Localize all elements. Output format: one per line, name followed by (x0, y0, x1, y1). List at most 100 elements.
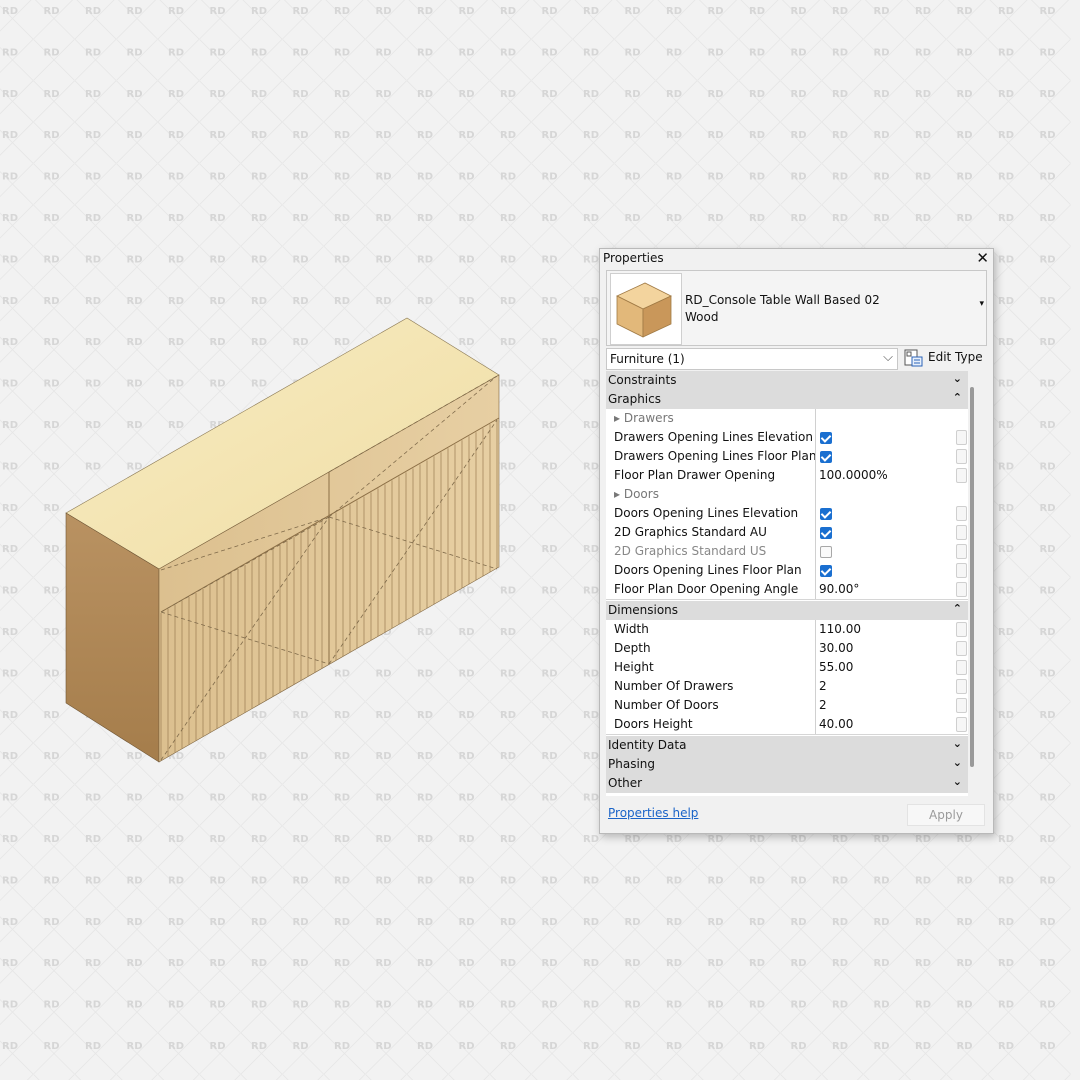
property-name: Drawers Opening Lines Elevation (614, 430, 813, 444)
property-value[interactable]: 100.0000% (819, 468, 888, 482)
property-row[interactable]: Number Of Drawers 2 (606, 677, 968, 697)
property-checkbox[interactable] (820, 451, 832, 463)
associate-parameter-button[interactable] (956, 563, 967, 578)
group-label: Graphics (608, 392, 661, 406)
property-name: Height (614, 660, 654, 674)
property-name: 2D Graphics Standard US (614, 544, 767, 558)
property-value[interactable]: 2 (819, 698, 827, 712)
associate-parameter-button[interactable] (956, 660, 967, 675)
group-graphics[interactable]: Graphics ⌃ (606, 390, 968, 409)
type-selector[interactable]: RD_Console Table Wall Based 02 Wood ▾ (606, 270, 987, 346)
property-value[interactable]: 110.00 (819, 622, 861, 636)
property-checkbox[interactable] (820, 565, 832, 577)
group-phasing[interactable]: Phasing ⌄ (606, 755, 968, 774)
group-label: Dimensions (608, 603, 679, 617)
property-checkbox[interactable] (820, 527, 832, 539)
associate-parameter-button[interactable] (956, 622, 967, 637)
associate-parameter-button[interactable] (956, 582, 967, 597)
property-row[interactable]: Number Of Doors 2 (606, 696, 968, 716)
associate-parameter-button[interactable] (956, 525, 967, 540)
property-row[interactable]: Doors Height 40.00 (606, 715, 968, 735)
properties-help-link[interactable]: Properties help (608, 806, 698, 820)
group-other[interactable]: Other ⌄ (606, 774, 968, 793)
column-divider (815, 580, 816, 599)
property-value[interactable]: 30.00 (819, 641, 853, 655)
scrollbar-thumb[interactable] (970, 387, 974, 767)
property-row[interactable]: Doors Opening Lines Elevation (606, 504, 968, 524)
associate-parameter-button[interactable] (956, 641, 967, 656)
properties-panel: Properties ✕ RD_Console Table Wall Based… (599, 248, 994, 834)
group-dimensions[interactable]: Dimensions ⌃ (606, 601, 968, 620)
associate-parameter-button[interactable] (956, 506, 967, 521)
expand-icon: ⌄ (952, 756, 962, 769)
associate-parameter-button[interactable] (956, 449, 967, 464)
property-row[interactable]: 2D Graphics Standard AU (606, 523, 968, 543)
panel-title: Properties (603, 251, 664, 265)
column-divider (815, 639, 816, 658)
property-name: Width (614, 622, 649, 636)
apply-button[interactable]: Apply (907, 804, 985, 826)
associate-parameter-button[interactable] (956, 679, 967, 694)
group-label: Other (608, 776, 643, 790)
type-thumbnail (610, 273, 682, 345)
column-divider (815, 620, 816, 639)
column-divider (815, 504, 816, 523)
property-row[interactable]: Floor Plan Drawer Opening 100.0000% (606, 466, 968, 486)
property-name: Doors Height (614, 717, 693, 731)
edit-type-button[interactable]: Edit Type (904, 348, 984, 368)
properties-scrollbar[interactable] (969, 387, 975, 767)
expand-icon: ⌄ (952, 372, 962, 385)
chevron-down-icon: ⌵ (883, 350, 893, 365)
property-name: Doors Opening Lines Floor Plan (614, 563, 802, 577)
element-filter-value: Furniture (1) (610, 352, 685, 366)
property-name: Number Of Doors (614, 698, 719, 712)
property-checkbox[interactable] (820, 508, 832, 520)
edit-type-icon (904, 349, 924, 370)
column-divider (815, 677, 816, 696)
associate-parameter-button[interactable] (956, 430, 967, 445)
property-row[interactable]: Floor Plan Door Opening Angle 90.00° (606, 580, 968, 600)
close-icon[interactable]: ✕ (976, 249, 989, 267)
wood-block-icon (616, 282, 672, 338)
property-row[interactable]: Height 55.00 (606, 658, 968, 678)
associate-parameter-button[interactable] (956, 544, 967, 559)
column-divider (815, 409, 816, 428)
column-divider (815, 523, 816, 542)
group-label: Phasing (608, 757, 656, 771)
expand-icon: ⌄ (952, 737, 962, 750)
property-value[interactable]: 40.00 (819, 717, 853, 731)
edit-type-label: Edit Type (928, 350, 983, 364)
subgroup-row[interactable]: ▸ Doors (606, 485, 968, 505)
property-checkbox[interactable] (820, 546, 832, 558)
column-divider (815, 428, 816, 447)
column-divider (815, 485, 816, 504)
property-name: Depth (614, 641, 651, 655)
collapse-icon: ⌃ (952, 602, 962, 615)
type-material-name: Wood (685, 310, 719, 324)
type-dropdown-icon[interactable]: ▾ (979, 299, 984, 309)
property-row[interactable]: Doors Opening Lines Floor Plan (606, 561, 968, 581)
column-divider (815, 715, 816, 734)
property-row[interactable]: Depth 30.00 (606, 639, 968, 659)
property-row[interactable]: Drawers Opening Lines Floor Plan (606, 447, 968, 467)
property-name: Doors Opening Lines Elevation (614, 506, 799, 520)
property-value[interactable]: 90.00° (819, 582, 859, 596)
property-name: ▸ Drawers (614, 411, 674, 425)
collapse-icon: ⌃ (952, 391, 962, 404)
associate-parameter-button[interactable] (956, 468, 967, 483)
subgroup-row[interactable]: ▸ Drawers (606, 409, 968, 429)
group-identity-data[interactable]: Identity Data ⌄ (606, 736, 968, 755)
associate-parameter-button[interactable] (956, 698, 967, 713)
column-divider (815, 658, 816, 677)
property-value[interactable]: 55.00 (819, 660, 853, 674)
element-filter-dropdown[interactable]: Furniture (1) ⌵ (606, 348, 898, 370)
column-divider (815, 542, 816, 561)
property-row[interactable]: Drawers Opening Lines Elevation (606, 428, 968, 448)
property-name: Number Of Drawers (614, 679, 734, 693)
property-row[interactable]: 2D Graphics Standard US (606, 542, 968, 562)
group-constraints[interactable]: Constraints ⌄ (606, 371, 968, 390)
property-value[interactable]: 2 (819, 679, 827, 693)
property-row[interactable]: Width 110.00 (606, 620, 968, 640)
property-checkbox[interactable] (820, 432, 832, 444)
associate-parameter-button[interactable] (956, 717, 967, 732)
